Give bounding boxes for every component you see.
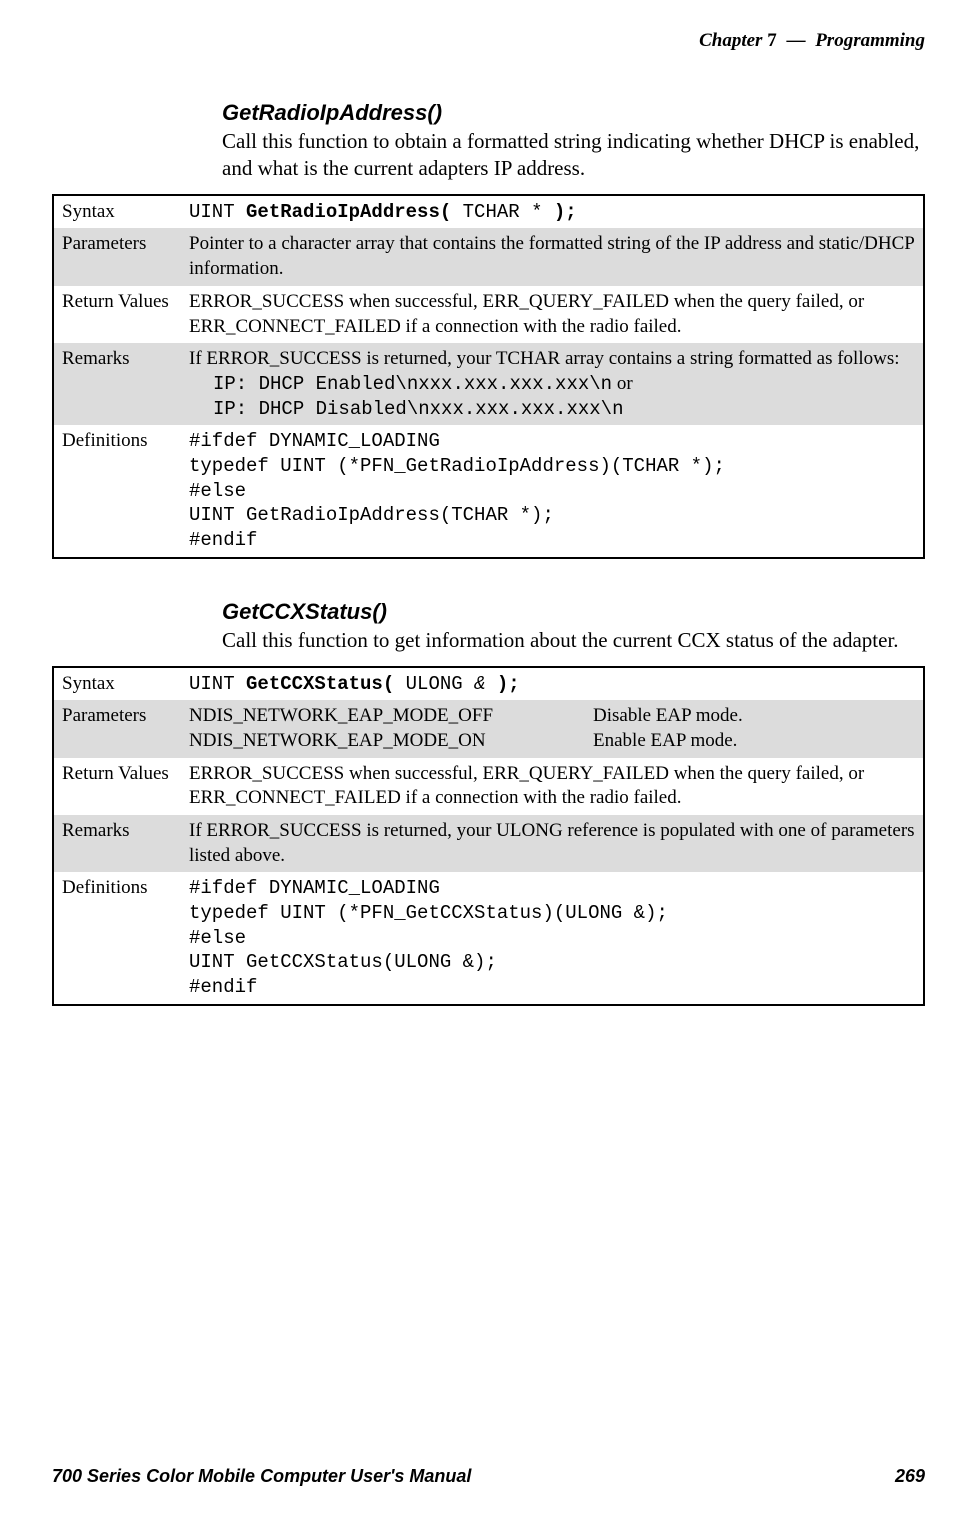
section-heading: GetCCXStatus() (222, 599, 925, 625)
section-heading: GetRadioIpAddress() (222, 100, 925, 126)
param2-desc: Enable EAP mode. (593, 729, 737, 754)
chapter-word: Chapter (699, 30, 762, 51)
label-parameters: Parameters (53, 228, 181, 285)
cell-remarks: If ERROR_SUCCESS is returned, your ULONG… (181, 815, 924, 872)
cell-parameters: Pointer to a character array that contai… (181, 228, 924, 285)
cell-syntax: UINT GetRadioIpAddress( TCHAR * ); (181, 195, 924, 229)
remarks-code-line1: IP: DHCP Enabled\nxxx.xxx.xxx.xxx\n or (213, 372, 915, 397)
label-syntax: Syntax (53, 195, 181, 229)
row-parameters: Parameters NDIS_NETWORK_EAP_MODE_OFF Dis… (53, 700, 924, 757)
syntax-fn: GetRadioIpAddress( (246, 201, 451, 223)
cell-return: ERROR_SUCCESS when successful, ERR_QUERY… (181, 758, 924, 815)
running-header: Chapter 7 — Programming (52, 30, 925, 52)
section-getccxstatus: GetCCXStatus() Call this function to get… (222, 599, 925, 654)
row-syntax: Syntax UINT GetRadioIpAddress( TCHAR * )… (53, 195, 924, 229)
definitions-code: #ifdef DYNAMIC_LOADING typedef UINT (*PF… (189, 429, 915, 552)
cell-syntax: UINT GetCCXStatus( ULONG & ); (181, 667, 924, 701)
syntax-mid: TCHAR * (451, 201, 554, 223)
cell-parameters: NDIS_NETWORK_EAP_MODE_OFF Disable EAP mo… (181, 700, 924, 757)
page: Chapter 7 — Programming GetRadioIpAddres… (0, 0, 977, 1519)
row-parameters: Parameters Pointer to a character array … (53, 228, 924, 285)
label-return: Return Values (53, 286, 181, 343)
section-description: Call this function to get information ab… (222, 627, 925, 654)
label-remarks: Remarks (53, 343, 181, 425)
param1-name: NDIS_NETWORK_EAP_MODE_OFF (189, 704, 569, 729)
cell-remarks: If ERROR_SUCCESS is returned, your TCHAR… (181, 343, 924, 425)
api-table-getccxstatus: Syntax UINT GetCCXStatus( ULONG & ); Par… (52, 666, 925, 1006)
label-parameters: Parameters (53, 700, 181, 757)
cell-definitions: #ifdef DYNAMIC_LOADING typedef UINT (*PF… (181, 425, 924, 557)
row-return: Return Values ERROR_SUCCESS when success… (53, 758, 924, 815)
definitions-code: #ifdef DYNAMIC_LOADING typedef UINT (*PF… (189, 876, 915, 999)
row-definitions: Definitions #ifdef DYNAMIC_LOADING typed… (53, 425, 924, 557)
cell-return: ERROR_SUCCESS when successful, ERR_QUERY… (181, 286, 924, 343)
section-getradioipaddress: GetRadioIpAddress() Call this function t… (222, 100, 925, 182)
param-row-2: NDIS_NETWORK_EAP_MODE_ON Enable EAP mode… (189, 729, 915, 754)
row-remarks: Remarks If ERROR_SUCCESS is returned, yo… (53, 815, 924, 872)
syntax-end: ); (485, 673, 519, 695)
label-definitions: Definitions (53, 425, 181, 557)
row-syntax: Syntax UINT GetCCXStatus( ULONG & ); (53, 667, 924, 701)
param-row-1: NDIS_NETWORK_EAP_MODE_OFF Disable EAP mo… (189, 704, 915, 729)
row-return: Return Values ERROR_SUCCESS when success… (53, 286, 924, 343)
label-return: Return Values (53, 758, 181, 815)
label-syntax: Syntax (53, 667, 181, 701)
label-remarks: Remarks (53, 815, 181, 872)
remarks-code-line2: IP: DHCP Disabled\nxxx.xxx.xxx.xxx\n (213, 397, 915, 422)
syntax-pre: UINT (189, 673, 246, 695)
param2-name: NDIS_NETWORK_EAP_MODE_ON (189, 729, 569, 754)
section-description: Call this function to obtain a formatted… (222, 128, 925, 182)
chapter-number: 7 (767, 30, 777, 51)
syntax-fn: GetCCXStatus( (246, 673, 394, 695)
row-remarks: Remarks If ERROR_SUCCESS is returned, yo… (53, 343, 924, 425)
page-footer: 700 Series Color Mobile Computer User's … (52, 1466, 925, 1487)
cell-definitions: #ifdef DYNAMIC_LOADING typedef UINT (*PF… (181, 872, 924, 1004)
syntax-italic: & (474, 673, 485, 695)
api-table-getradioipaddress: Syntax UINT GetRadioIpAddress( TCHAR * )… (52, 194, 925, 559)
page-number: 269 (895, 1466, 925, 1487)
syntax-mid: ULONG (394, 673, 474, 695)
syntax-end: ); (554, 201, 577, 223)
footer-title: 700 Series Color Mobile Computer User's … (52, 1466, 471, 1487)
chapter-title: Programming (815, 30, 925, 51)
row-definitions: Definitions #ifdef DYNAMIC_LOADING typed… (53, 872, 924, 1004)
header-dash: — (786, 30, 805, 51)
param1-desc: Disable EAP mode. (593, 704, 743, 729)
label-definitions: Definitions (53, 872, 181, 1004)
syntax-pre: UINT (189, 201, 246, 223)
remarks-intro: If ERROR_SUCCESS is returned, your TCHAR… (189, 347, 915, 372)
